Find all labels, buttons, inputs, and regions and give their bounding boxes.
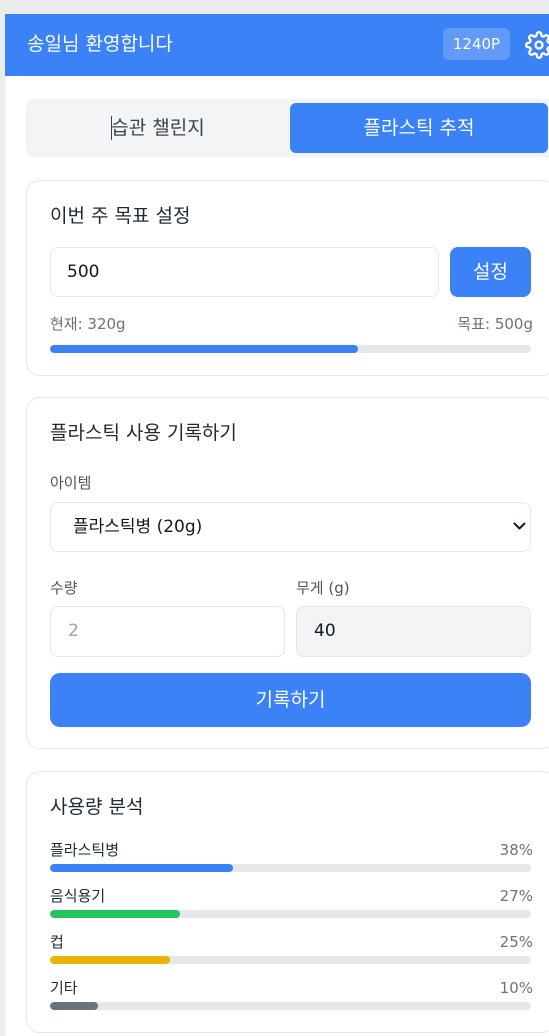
set-goal-button[interactable]: 설정	[450, 247, 531, 297]
record-card-title: 플라스틱 사용 기록하기	[50, 422, 237, 444]
points-badge[interactable]: 1240P	[443, 28, 510, 60]
weight-field: 40	[296, 606, 531, 657]
tab-plastic-tracking[interactable]: 플라스틱 추적	[290, 103, 548, 153]
goal-progress-fill	[50, 345, 358, 353]
item-select[interactable]: 플라스틱병 (20g)	[50, 502, 531, 552]
analysis-percent-cup: 25%	[499, 933, 533, 951]
analysis-track-other	[50, 1002, 531, 1010]
tab-habit-challenge[interactable]: 습관 챌린지	[30, 103, 286, 153]
app-container: 송일님 환영합니다 1240P 습관 챌린지 플라스틱 추적 이번 주 목표 설…	[5, 14, 549, 1036]
analysis-label-food-container: 음식용기	[50, 887, 106, 905]
analysis-percent-food-container: 27%	[499, 887, 533, 905]
weekly-goal-card: 이번 주 목표 설정 500 설정 현재: 320g 목표: 500g	[26, 180, 549, 376]
analysis-card-title: 사용량 분석	[50, 796, 144, 818]
quantity-input[interactable]: 2	[50, 606, 285, 657]
analysis-percent-other: 10%	[499, 979, 533, 997]
target-usage-label: 목표: 500g	[457, 315, 533, 333]
item-label: 아이템	[50, 474, 92, 492]
chevron-down-icon	[513, 522, 526, 530]
analysis-track-cup	[50, 956, 531, 964]
tab-bar: 습관 챌린지 플라스틱 추적	[26, 99, 549, 157]
text-cursor	[111, 116, 112, 140]
analysis-percent-bottle: 38%	[499, 841, 533, 859]
goal-card-title: 이번 주 목표 설정	[50, 205, 191, 227]
analysis-label-other: 기타	[50, 979, 78, 997]
analysis-bar-other	[50, 1002, 99, 1010]
item-select-value: 플라스틱병 (20g)	[73, 517, 203, 537]
analysis-bar-cup	[50, 956, 171, 964]
analysis-bar-food-container	[50, 910, 180, 918]
analysis-label-cup: 컵	[50, 933, 64, 951]
analysis-track-food-container	[50, 910, 531, 918]
quantity-label: 수량	[50, 579, 78, 597]
weight-label: 무게 (g)	[296, 579, 350, 597]
gear-icon[interactable]	[525, 31, 549, 59]
app-header: 송일님 환영합니다 1240P	[5, 14, 549, 76]
goal-input[interactable]: 500	[50, 247, 439, 297]
welcome-greeting: 송일님 환영합니다	[27, 33, 173, 55]
analysis-label-bottle: 플라스틱병	[50, 841, 120, 859]
goal-progress-track	[50, 345, 531, 353]
analysis-track-bottle	[50, 864, 531, 872]
usage-analysis-card: 사용량 분석 플라스틱병 38% 음식용기 27% 컵 25% 기타 10%	[26, 771, 549, 1033]
record-usage-card: 플라스틱 사용 기록하기 아이템 플라스틱병 (20g) 수량 무게 (g) 2…	[26, 397, 549, 749]
record-button[interactable]: 기록하기	[50, 673, 531, 727]
analysis-bar-bottle	[50, 864, 233, 872]
current-usage-label: 현재: 320g	[50, 315, 126, 333]
